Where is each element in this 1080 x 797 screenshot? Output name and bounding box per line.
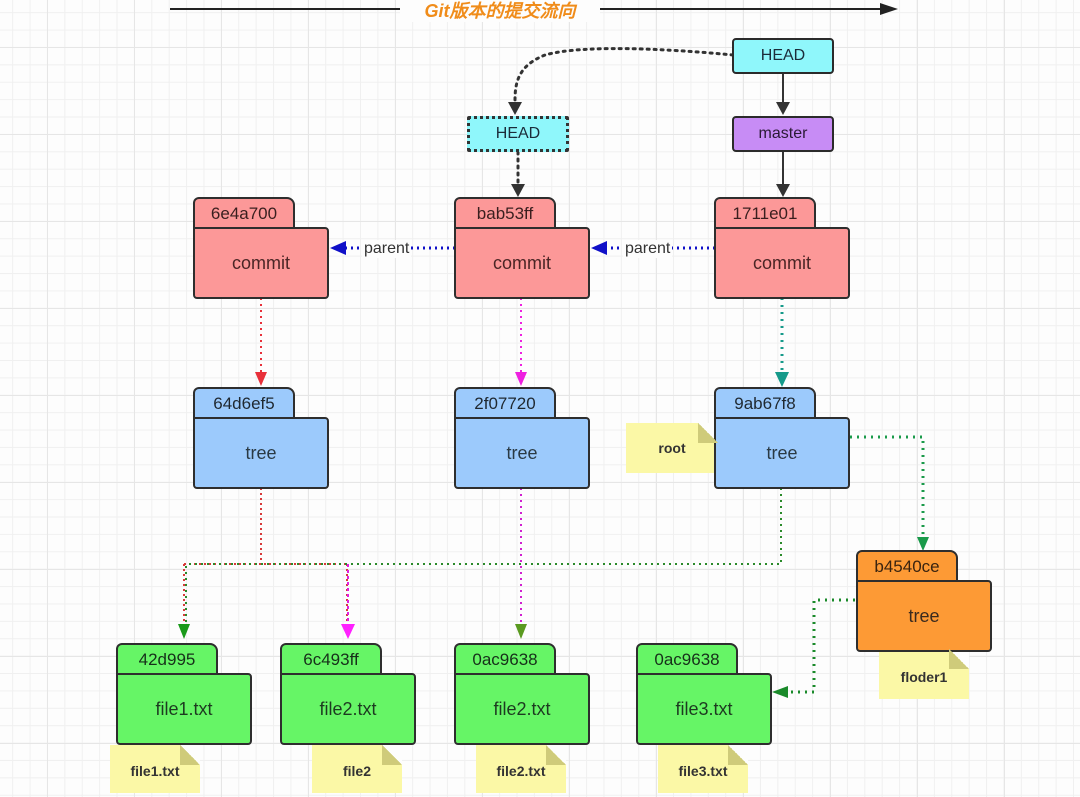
head-ref-label: HEAD [760, 47, 806, 64]
tree3-blob-edges [185, 488, 782, 624]
blob-type: file2.txt [454, 673, 590, 745]
tree-node[interactable]: 2f07720 tree [454, 387, 590, 489]
head-move-arrowhead [508, 102, 522, 115]
subtree-blob-edge [788, 598, 855, 694]
master-branch-label: master [758, 125, 808, 142]
tree-hash: 2f07720 [454, 387, 556, 421]
note-floder1: floder1 [879, 649, 969, 699]
blob-node[interactable]: 0ac9638 file3.txt [636, 643, 772, 745]
blob-type: file1.txt [116, 673, 252, 745]
note-label: floder1 [900, 669, 948, 685]
blob-hash: 0ac9638 [454, 643, 556, 677]
commit-type: commit [714, 227, 850, 299]
note-label: file3.txt [678, 763, 728, 779]
commit-tree-edge-2-arrowhead [515, 372, 527, 386]
master-to-commit-arrowhead [776, 184, 790, 197]
note-file3: file3.txt [658, 745, 748, 793]
note-label: file2.txt [496, 763, 546, 779]
note-label: file2 [342, 763, 371, 779]
blob1-arrowhead [178, 624, 190, 639]
commit-hash: bab53ff [454, 197, 556, 231]
tree-hash: 9ab67f8 [714, 387, 816, 421]
head-ref[interactable]: HEAD [732, 38, 834, 74]
commit-type: commit [193, 227, 329, 299]
note-root: root [626, 423, 718, 473]
parent-label-1: parent [362, 240, 412, 258]
note-fold-icon [180, 745, 200, 765]
parent-edge-1-arrowhead [330, 241, 346, 255]
previous-head-label: HEAD [495, 125, 541, 142]
blob-hash: 0ac9638 [636, 643, 738, 677]
note-fold-icon [382, 745, 402, 765]
note-file2-txt: file2.txt [476, 745, 566, 793]
subtree-blob-arrowhead [772, 686, 788, 698]
note-file2: file2 [312, 745, 402, 793]
blob-node[interactable]: 6c493ff file2.txt [280, 643, 416, 745]
blob2-arrowhead [341, 624, 355, 639]
head-move-edge [513, 47, 735, 102]
diagram-title: Git版本的提交流向 [400, 0, 600, 22]
blob-hash: 42d995 [116, 643, 218, 677]
blob-type: file3.txt [636, 673, 772, 745]
tree-type: tree [193, 417, 329, 489]
note-file1: file1.txt [110, 745, 200, 793]
note-label: root [658, 440, 686, 456]
tree-type: tree [856, 580, 992, 652]
blob3-arrowhead [515, 624, 527, 639]
tree-type: tree [454, 417, 590, 489]
blob-node[interactable]: 42d995 file1.txt [116, 643, 252, 745]
note-fold-icon [728, 745, 748, 765]
parent-edge-2-arrowhead [591, 241, 607, 255]
tree1-blob-edges [183, 488, 348, 624]
previous-head-ref[interactable]: HEAD [467, 116, 569, 152]
commit-type: commit [454, 227, 590, 299]
subtree-node[interactable]: b4540ce tree [856, 550, 992, 652]
note-fold-icon [698, 423, 718, 443]
blob-node[interactable]: 0ac9638 file2.txt [454, 643, 590, 745]
master-branch-ref[interactable]: master [732, 116, 834, 152]
head-to-master-arrowhead [776, 102, 790, 115]
prev-head-to-commit-arrowhead [511, 184, 525, 197]
blob-type: file2.txt [280, 673, 416, 745]
parent-label-2: parent [623, 240, 673, 258]
note-fold-icon [949, 649, 969, 669]
tree-node-root[interactable]: 9ab67f8 tree [714, 387, 850, 489]
tree-node[interactable]: 64d6ef5 tree [193, 387, 329, 489]
commit-tree-edge-3-arrowhead [775, 372, 789, 387]
tree-hash: 64d6ef5 [193, 387, 295, 421]
tree3-subtree-edge [850, 435, 925, 537]
note-label: file1.txt [130, 763, 180, 779]
commit-node[interactable]: bab53ff commit [454, 197, 590, 299]
commit-hash: 6e4a700 [193, 197, 295, 231]
tree-hash: b4540ce [856, 550, 958, 584]
commit-hash: 1711e01 [714, 197, 816, 231]
commit-node[interactable]: 6e4a700 commit [193, 197, 329, 299]
tree3-subtree-arrowhead [917, 537, 929, 551]
blob-hash: 6c493ff [280, 643, 382, 677]
commit-tree-edge-1-arrowhead [255, 372, 267, 386]
tree-type: tree [714, 417, 850, 489]
note-fold-icon [546, 745, 566, 765]
commit-node[interactable]: 1711e01 commit [714, 197, 850, 299]
timeline-arrowhead [880, 3, 898, 15]
